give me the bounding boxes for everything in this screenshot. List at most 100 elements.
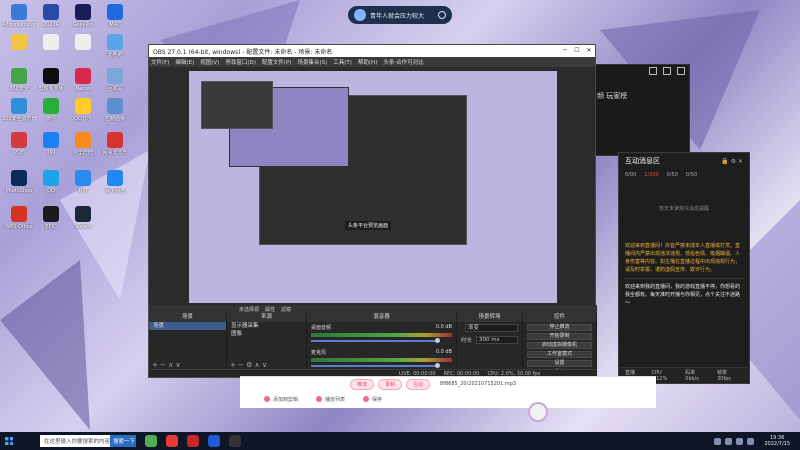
taskbar-clock[interactable]: 19:36 2022/7/15 <box>764 435 790 447</box>
app-icon <box>75 68 91 84</box>
desktop-shortcut-label: 剪映专业版 <box>38 86 64 92</box>
search-widget[interactable]: 青年人就会压力较大 <box>348 6 452 24</box>
desktop-shortcut[interactable]: 此电脑 <box>100 34 130 70</box>
duration-label: 时长 <box>461 338 473 344</box>
virtual-camera-button[interactable]: 启动虚拟摄像机 <box>527 342 592 349</box>
desktop-shortcut[interactable]: 阿里旺旺 <box>68 132 98 168</box>
pill-stream[interactable]: 推流 <box>350 378 375 390</box>
app-icon <box>43 206 59 222</box>
source-controls[interactable]: + − ⚙ ∧ ∨ <box>230 361 267 369</box>
welcome-message: 欢迎来到我的直播间，我的游戏直播不停，你想看的我全都有。每天准时开播与你相见，点… <box>625 284 741 306</box>
obs-preview[interactable]: 头条平台预览画面 <box>189 71 557 303</box>
taskbar-search-button[interactable]: 搜索一下 <box>110 435 136 447</box>
desktop-shortcut[interactable]: 钉钉 <box>68 170 98 206</box>
desktop-shortcut[interactable]: 百度网盘 <box>100 170 130 206</box>
desktop-shortcut[interactable]: QQ <box>36 170 66 206</box>
desktop-shortcut[interactable] <box>4 34 34 70</box>
studio-mode-button[interactable]: 工作室模式 <box>527 351 592 358</box>
desktop-shortcut-label: PDF <box>14 150 24 156</box>
app-icon-3[interactable] <box>187 435 199 447</box>
scenes-header: 场景 <box>149 313 226 322</box>
panel-icons[interactable]: 🔒 ⚙ ✕ <box>721 158 743 165</box>
stat-d: 0/50 <box>685 172 698 178</box>
menu-extra[interactable]: 头条·合作可对比 <box>383 58 423 66</box>
source-item[interactable]: 图像 <box>227 330 306 338</box>
system-tray: 19:36 2022/7/15 <box>710 435 800 447</box>
properties-button[interactable]: 属性 <box>265 306 275 313</box>
close-icon[interactable]: ✕ <box>583 45 595 57</box>
preview-caption: 头条平台预览画面 <box>345 221 392 230</box>
minimize-icon[interactable] <box>649 67 657 75</box>
app-icon-1[interactable] <box>145 435 157 447</box>
start-button[interactable] <box>0 432 18 450</box>
desktop-shortcut[interactable]: 360安全浏览器 <box>2 98 36 134</box>
desktop-shortcut-label: QQ <box>47 188 55 194</box>
app-icon <box>75 98 91 114</box>
menu-scene-collection[interactable]: 场景集合(S) <box>297 58 327 66</box>
scene-item[interactable]: 场景 <box>149 322 226 330</box>
obs-taskbar-icon[interactable] <box>229 435 241 447</box>
desktop-shortcut[interactable] <box>36 34 66 70</box>
desktop-shortcut[interactable]: Steam <box>68 206 98 242</box>
stop-stream-button[interactable]: 停止推流 <box>527 324 592 331</box>
menu-help[interactable]: 帮助(H) <box>358 58 377 66</box>
desktop-shortcut-label: 控制面板 <box>104 116 125 122</box>
maximize-icon[interactable]: ☐ <box>571 45 583 57</box>
desktop-shortcut[interactable]: EPIC <box>36 206 66 242</box>
app-icon <box>75 4 91 20</box>
minimize-icon[interactable]: ─ <box>559 45 571 57</box>
desktop-shortcut[interactable]: PhotoShop <box>4 170 34 206</box>
scene-controls[interactable]: + − ∧ ∨ <box>152 361 181 369</box>
desktop-shortcut-label: 360安全浏览器 <box>2 116 36 122</box>
start-recording-button[interactable]: 开始录制 <box>527 333 592 340</box>
menu-edit[interactable]: 编辑(E) <box>175 58 194 66</box>
desktop-shortcut-label: 阿里旺旺 <box>72 150 93 156</box>
pill-record[interactable]: 录制 <box>378 378 403 390</box>
obs-title: OBS 27.0.1 (64-bit, windows) - 配置文件: 未命名… <box>153 48 333 56</box>
maximize-icon[interactable] <box>663 67 671 75</box>
tray-icon[interactable] <box>747 437 755 445</box>
search-icon[interactable] <box>438 11 446 19</box>
desktop-shortcut[interactable]: TIM <box>36 132 66 168</box>
desktop-shortcut[interactable] <box>68 34 98 70</box>
volume-slider[interactable] <box>311 338 440 343</box>
menu-file[interactable]: 文件(F) <box>151 58 169 66</box>
volume-slider[interactable] <box>311 363 440 368</box>
tray-icon[interactable] <box>736 437 744 445</box>
playlist-button[interactable]: 播放列表 <box>316 396 345 403</box>
floating-ball-icon[interactable] <box>528 402 548 422</box>
settings-button[interactable]: 设置 <box>527 360 592 367</box>
pill-interact[interactable]: 互动 <box>406 378 431 390</box>
obs-menubar: 文件(F) 编辑(E) 视图(V) 停靠窗口(D) 配置文件(P) 场景集合(S… <box>149 57 595 67</box>
sources-dock: 来源 显示器采集 图像 + − ⚙ ∧ ∨ <box>227 313 307 371</box>
taskbar-search-input[interactable]: 在这里输入你要搜索的内容 <box>40 435 110 447</box>
search-widget-text: 青年人就会压力较大 <box>370 12 425 20</box>
desktop-shortcut-label: 微信 <box>45 116 56 122</box>
menu-docks[interactable]: 停靠窗口(D) <box>225 58 256 66</box>
desktop-shortcut[interactable]: QQ音乐 <box>68 98 98 134</box>
menu-view[interactable]: 视图(V) <box>200 58 219 66</box>
tray-icon[interactable] <box>714 437 722 445</box>
save-button[interactable]: 保存 <box>363 396 382 403</box>
close-icon[interactable] <box>677 67 685 75</box>
desktop-shortcut[interactable]: 微信 <box>36 98 66 134</box>
duration-input[interactable]: 300 ms <box>476 336 518 344</box>
controls-header: 控件 <box>523 313 596 322</box>
mixer-channel: 桌面音频 0.0 dB <box>307 322 456 347</box>
app-icon-2[interactable] <box>166 435 178 447</box>
filters-button[interactable]: 滤镜 <box>281 306 291 313</box>
tray-icon[interactable] <box>725 437 733 445</box>
menu-profile[interactable]: 配置文件(P) <box>262 58 292 66</box>
desktop-shortcut[interactable]: WPS Office <box>4 206 34 242</box>
app-icon-4[interactable] <box>208 435 220 447</box>
transition-select[interactable]: 渐变 <box>465 324 518 332</box>
desktop-shortcut[interactable]: PDF <box>4 132 34 168</box>
desktop-shortcut[interactable]: 控制面板 <box>100 98 130 134</box>
add-to-clip-button[interactable]: 添加到剪辑 <box>264 396 298 403</box>
taskbar: 在这里输入你要搜索的内容 搜索一下 19:36 2022/7/15 <box>0 432 800 450</box>
source-item[interactable]: 显示器采集 <box>227 322 306 330</box>
menu-tools[interactable]: 工具(T) <box>333 58 352 66</box>
desktop-shortcut-label: 钉钉 <box>77 188 88 194</box>
transitions-dock: 场景转场 渐变 时长 300 ms <box>457 313 523 371</box>
desktop-shortcut[interactable]: 网易云音乐 <box>100 132 130 168</box>
